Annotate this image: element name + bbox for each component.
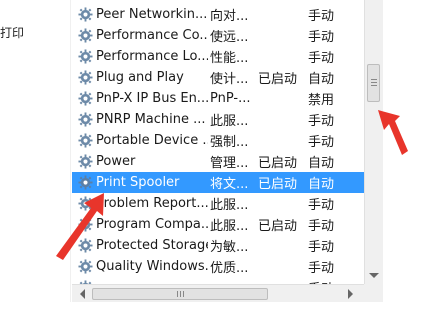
gear-icon — [78, 91, 93, 106]
service-startup-type: 手动 — [308, 219, 335, 234]
service-row[interactable]: Problem Report... 此服... 手动 — [72, 193, 364, 214]
service-name: Plug and Play — [96, 70, 184, 85]
service-description: 此服... — [210, 219, 249, 234]
vertical-scrollbar[interactable] — [364, 0, 383, 284]
service-description: 强制... — [210, 135, 249, 150]
scroll-right-arrow-icon[interactable] — [348, 289, 353, 299]
service-name: Power — [96, 154, 136, 169]
service-startup-type: 手动 — [308, 114, 335, 129]
service-startup-type: 自动 — [308, 156, 335, 171]
service-startup-type: 自动 — [308, 177, 335, 192]
service-row[interactable]: Protected Storage 为敏... 手动 — [72, 235, 364, 256]
left-pane-text: 打印 — [0, 26, 25, 40]
service-startup-type: 自动 — [308, 72, 335, 87]
service-description: PnP-... — [210, 91, 250, 106]
service-startup-type: 手动 — [308, 30, 335, 45]
service-name: Peer Networkin... — [96, 7, 208, 22]
scroll-down-arrow-icon[interactable] — [369, 273, 379, 278]
vertical-scroll-thumb[interactable] — [367, 64, 380, 102]
gear-icon — [78, 70, 93, 85]
gear-icon — [78, 259, 93, 274]
service-name: PNRP Machine ... — [96, 112, 206, 127]
service-startup-type: 禁用 — [308, 93, 335, 108]
service-description: 为敏... — [210, 240, 249, 255]
service-name: Quality Windows... — [96, 259, 208, 274]
right-blank-area — [383, 0, 444, 315]
service-description: 此服... — [210, 114, 249, 129]
gear-icon — [78, 154, 93, 169]
service-startup-type: 手动 — [308, 198, 335, 213]
service-description: 向对... — [210, 9, 249, 24]
service-status: 已启动 — [258, 156, 298, 171]
service-row[interactable]: PnP-X IP Bus En... PnP-... 禁用 — [72, 88, 364, 109]
service-startup-type: 手动 — [308, 240, 335, 255]
service-row[interactable]: Performance Lo... 性能... 手动 — [72, 46, 364, 67]
service-name: Performance Lo... — [96, 49, 208, 64]
service-row[interactable]: Quality Windows... 优质... 手动 — [72, 256, 364, 277]
service-row[interactable]: Portable Device ... 强制... 手动 — [72, 130, 364, 151]
horizontal-scroll-thumb[interactable] — [92, 288, 268, 300]
service-startup-type: 手动 — [308, 51, 335, 66]
scrollbar-corner — [364, 284, 383, 303]
service-name: Portable Device ... — [96, 133, 208, 148]
service-row[interactable]: Power 管理... 已启动 自动 — [72, 151, 364, 172]
gear-icon — [78, 49, 93, 64]
service-name: Protected Storage — [96, 238, 208, 253]
gear-icon — [78, 28, 93, 43]
service-description: 将文... — [210, 177, 249, 192]
service-description: 使远... — [210, 30, 249, 45]
service-name: Performance Co... — [96, 28, 208, 43]
service-name: Print Spooler — [96, 175, 180, 190]
service-description: 优质... — [210, 261, 249, 276]
service-name: Problem Report... — [96, 196, 208, 211]
horizontal-scrollbar[interactable] — [72, 284, 364, 303]
service-name: PnP-X IP Bus En... — [96, 91, 208, 106]
gear-icon — [78, 238, 93, 253]
service-status: 已启动 — [258, 219, 298, 234]
service-description: 管理... — [210, 156, 249, 171]
pane-divider — [70, 0, 71, 315]
bottom-area — [0, 302, 444, 315]
service-description: 性能... — [210, 51, 249, 66]
service-status: 已启动 — [258, 177, 298, 192]
scroll-left-arrow-icon[interactable] — [80, 289, 85, 299]
service-startup-type: 手动 — [308, 261, 335, 276]
service-startup-type: 手动 — [308, 9, 335, 24]
gear-icon — [78, 7, 93, 22]
gear-icon — [78, 175, 93, 190]
service-row[interactable]: 手动 — [72, 277, 364, 284]
service-row[interactable]: Program Compa... 此服... 已启动 手动 — [72, 214, 364, 235]
gear-icon — [78, 112, 93, 127]
service-description: 此服... — [210, 198, 249, 213]
services-list[interactable]: Peer Networkin... 向对... 手动 Performance Co.… — [72, 0, 364, 284]
gear-icon — [78, 196, 93, 211]
gear-icon — [78, 217, 93, 232]
service-startup-type: 手动 — [308, 135, 335, 150]
left-description-pane: 打印 — [0, 0, 70, 315]
service-row[interactable]: Peer Networkin... 向对... 手动 — [72, 4, 364, 25]
service-status: 已启动 — [258, 72, 298, 87]
service-row[interactable]: Print Spooler 将文... 已启动 自动 — [72, 172, 364, 193]
service-name: Program Compa... — [96, 217, 208, 232]
service-row[interactable]: PNRP Machine ... 此服... 手动 — [72, 109, 364, 130]
gear-icon — [78, 133, 93, 148]
service-row[interactable]: Performance Co... 使远... 手动 — [72, 25, 364, 46]
service-description: 使计... — [210, 72, 249, 87]
service-row[interactable]: Plug and Play 使计... 已启动 自动 — [72, 67, 364, 88]
